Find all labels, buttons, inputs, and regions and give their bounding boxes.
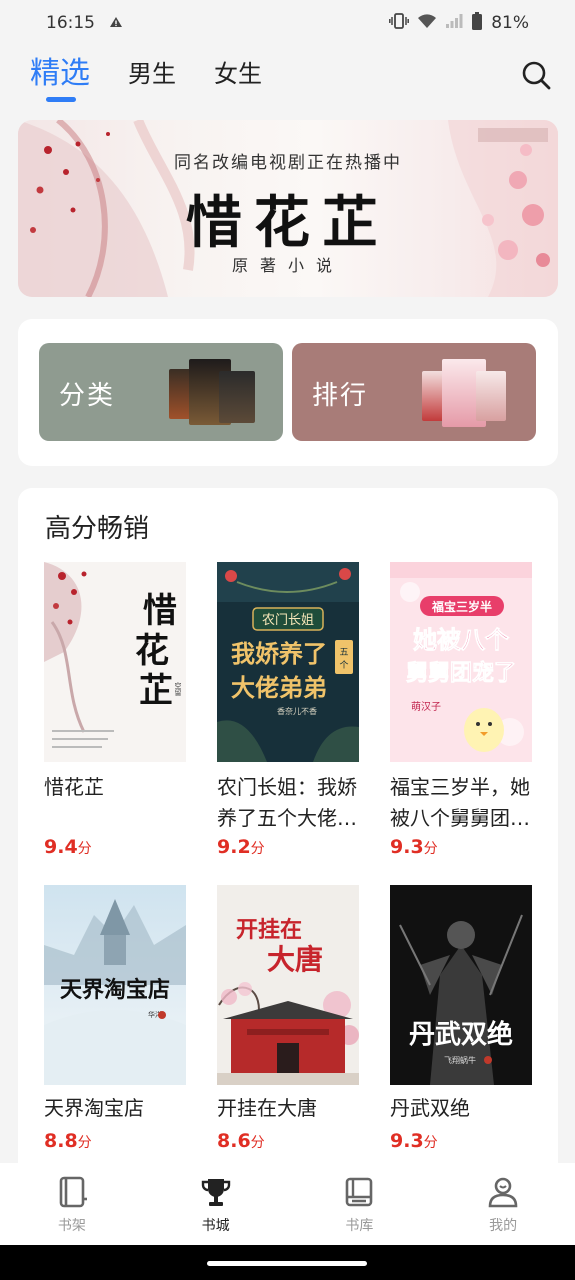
- svg-text:芷: 芷: [139, 671, 173, 711]
- book-card[interactable]: 福宝三岁半 她被八个 舅舅团宠了 萌汉子 福宝三岁半，她被八个舅舅团宠了 9.3…: [390, 562, 532, 862]
- battery-icon: [471, 11, 483, 35]
- svg-text:个: 个: [339, 660, 348, 671]
- tab-label: 女生: [214, 60, 262, 88]
- book-card[interactable]: 开挂在 大唐 开挂在大唐 8.6分: [217, 885, 359, 1156]
- book-title: 开挂在大唐: [217, 1096, 317, 1120]
- svg-text:飞翔蜗牛: 飞翔蜗牛: [444, 1055, 476, 1065]
- book-cover: 福宝三岁半 她被八个 舅舅团宠了 萌汉子: [390, 562, 532, 762]
- bookshelf-icon: [59, 1176, 87, 1208]
- book-cover: 开挂在 大唐: [217, 885, 359, 1085]
- warning-icon: [109, 13, 123, 33]
- category-button[interactable]: 分类: [39, 343, 283, 441]
- svg-text:开挂在: 开挂在: [236, 917, 302, 943]
- top-tabs: 精选 男生 女生: [30, 52, 262, 102]
- nav-label: 书城: [201, 1218, 230, 1234]
- svg-text:五: 五: [339, 648, 348, 658]
- banner-footer: 原著小说: [231, 256, 344, 275]
- section-title: 高分畅销: [45, 514, 150, 544]
- active-tab-indicator: [46, 97, 76, 102]
- book-score: 9.3分: [390, 836, 438, 858]
- book-cover: 惜 花 芷 空留: [44, 562, 186, 762]
- status-time: 16:15: [46, 13, 95, 33]
- screen: 16:15 81% 精选 男生 女生 同名改编电视剧正在热播中 惜花芷 原著小说…: [0, 0, 575, 1280]
- status-bar: 16:15 81%: [0, 0, 575, 46]
- book-card[interactable]: 丹武双绝 飞翔蜗牛 丹武双绝 9.3分: [390, 885, 532, 1156]
- book-title: 农门长姐：我娇养了五个大佬弟弟: [217, 775, 357, 830]
- book-score: 9.2分: [217, 836, 265, 858]
- high-score-section: 高分畅销 惜 花 芷 空留 惜花芷 9.4分 农门长姐 我娇养了 大佬弟弟 五 …: [18, 488, 558, 1178]
- book-card[interactable]: 天界淘宝店 华洋 天界淘宝店 8.8分: [44, 885, 186, 1156]
- svg-text:花: 花: [135, 631, 169, 671]
- home-gesture-handle[interactable]: [207, 1261, 367, 1266]
- banner-subtitle: 同名改编电视剧正在热播中: [174, 153, 402, 173]
- banner-title: 惜花芷: [186, 190, 390, 256]
- wifi-icon: [417, 13, 437, 34]
- book-title: 丹武双绝: [390, 1096, 470, 1120]
- svg-text:大唐: 大唐: [267, 943, 323, 976]
- book-card[interactable]: 农门长姐 我娇养了 大佬弟弟 五 个 香奈儿不香 农门长姐：我娇养了五个大佬弟弟…: [217, 562, 359, 862]
- gesture-bar: [0, 1245, 575, 1280]
- tab-featured[interactable]: 精选: [30, 52, 90, 102]
- book-card[interactable]: 惜 花 芷 空留 惜花芷 9.4分: [44, 562, 186, 862]
- nav-bookstore[interactable]: 书城: [144, 1163, 288, 1245]
- ranking-label: 排行: [312, 381, 369, 411]
- bottom-nav: 书架 书城 书库 我的: [0, 1163, 575, 1245]
- ranking-button[interactable]: 排行: [292, 343, 536, 441]
- book-score: 8.8分: [44, 1130, 92, 1152]
- tab-label: 精选: [30, 56, 90, 91]
- book-title: 福宝三岁半，她被八个舅舅团宠了: [390, 775, 530, 830]
- svg-text:她被八个: 她被八个: [413, 626, 510, 654]
- svg-text:大佬弟弟: 大佬弟弟: [231, 673, 327, 702]
- category-label: 分类: [59, 381, 116, 411]
- book-score: 8.6分: [217, 1130, 265, 1152]
- ranking-covers-image: [422, 357, 518, 427]
- tab-female[interactable]: 女生: [214, 52, 262, 96]
- promo-banner[interactable]: 同名改编电视剧正在热播中 惜花芷 原著小说: [18, 120, 558, 297]
- book-title: 惜花芷: [44, 775, 104, 799]
- nav-label: 书库: [345, 1218, 374, 1234]
- book-cover: 农门长姐 我娇养了 大佬弟弟 五 个 香奈儿不香: [217, 562, 359, 762]
- svg-text:天界淘宝店: 天界淘宝店: [60, 977, 170, 1003]
- vibrate-icon: [389, 12, 410, 34]
- search-icon: [522, 61, 551, 90]
- tab-label: 男生: [128, 60, 176, 88]
- library-icon: [346, 1177, 373, 1207]
- nav-profile[interactable]: 我的: [431, 1163, 575, 1245]
- battery-level: 81%: [491, 13, 529, 33]
- book-cover: 天界淘宝店 华洋: [44, 885, 186, 1085]
- svg-text:丹武双绝: 丹武双绝: [409, 1019, 513, 1050]
- svg-text:我娇养了: 我娇养了: [231, 639, 327, 668]
- book-title: 天界淘宝店: [44, 1096, 144, 1120]
- svg-text:福宝三岁半: 福宝三岁半: [431, 599, 492, 614]
- book-score: 9.4分: [44, 836, 92, 858]
- svg-text:舅舅团宠了: 舅舅团宠了: [406, 660, 516, 686]
- search-button[interactable]: [521, 60, 551, 90]
- nav-library[interactable]: 书库: [288, 1163, 432, 1245]
- cover-title-char-1: 惜: [143, 591, 177, 631]
- quick-entries-card: 分类 排行: [18, 319, 558, 466]
- nav-label: 我的: [489, 1218, 518, 1234]
- nav-bookshelf[interactable]: 书架: [0, 1163, 144, 1245]
- svg-text:萌汉子: 萌汉子: [411, 700, 441, 713]
- trophy-icon: [201, 1179, 230, 1206]
- svg-text:空留: 空留: [174, 681, 182, 697]
- book-score: 9.3分: [390, 1130, 438, 1152]
- category-covers-image: [169, 357, 265, 427]
- tab-male[interactable]: 男生: [128, 52, 176, 96]
- profile-icon: [488, 1177, 518, 1208]
- signal-icon: [445, 13, 463, 34]
- svg-text:农门长姐: 农门长姐: [262, 613, 314, 628]
- svg-text:香奈儿不香: 香奈儿不香: [277, 706, 317, 716]
- book-cover: 丹武双绝 飞翔蜗牛: [390, 885, 532, 1085]
- nav-label: 书架: [57, 1218, 86, 1234]
